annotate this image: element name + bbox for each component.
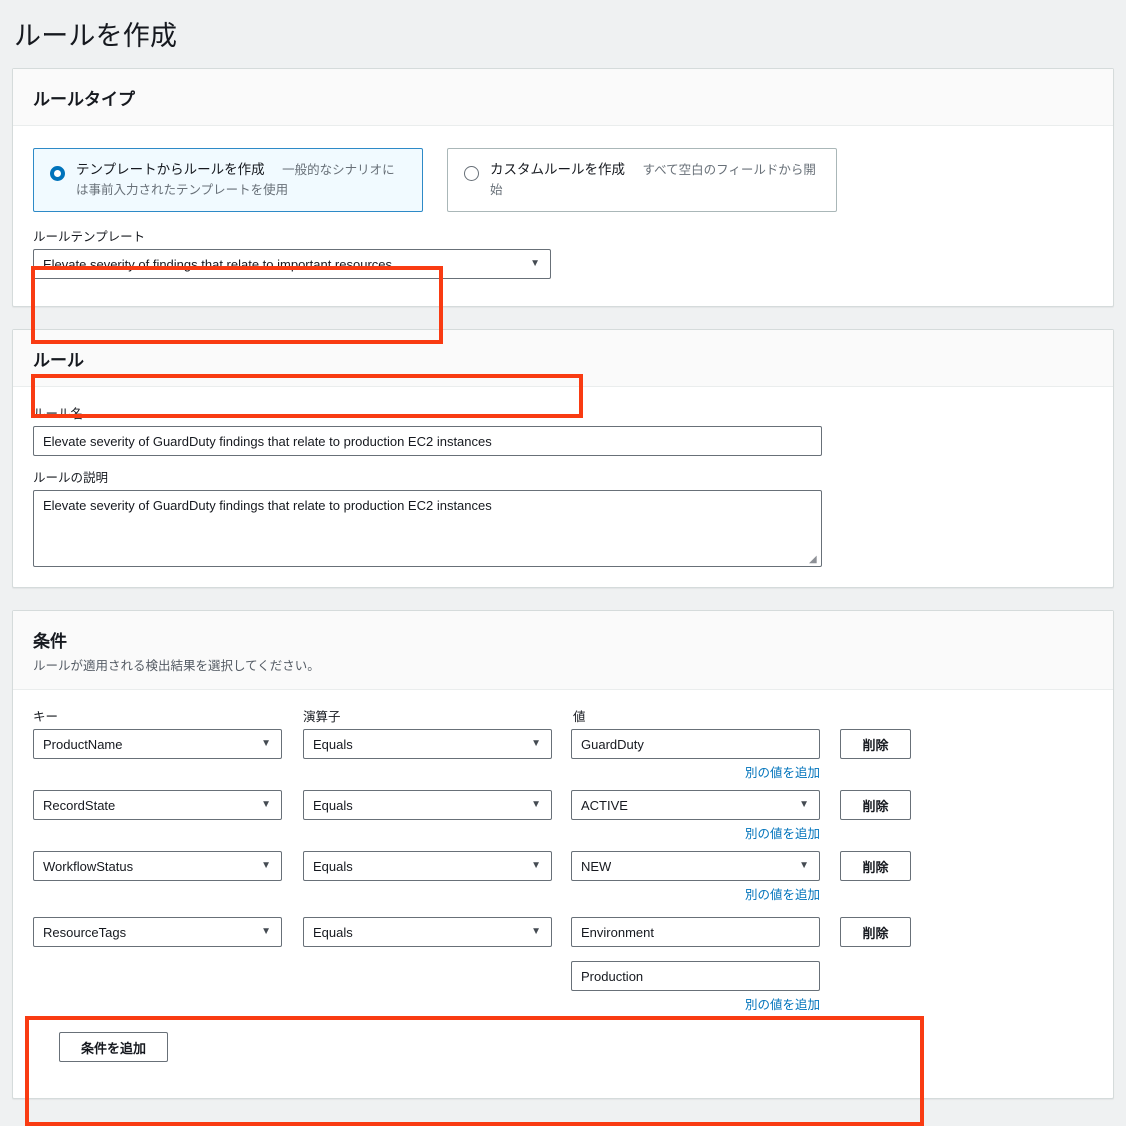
add-condition-button[interactable]: 条件を追加 <box>59 1032 168 1062</box>
radio-selected-icon[interactable] <box>50 165 65 181</box>
rule-type-heading: ルールタイプ <box>33 90 135 109</box>
delete-condition-button[interactable]: 削除 <box>840 917 911 947</box>
condition-key-value: WorkflowStatus <box>43 858 134 874</box>
rule-type-panel: ルールタイプ テンプレートからルールを作成 一般的なシナリオには事前入力されたテ… <box>12 68 1114 418</box>
condition-operator-value: Equals <box>313 797 353 813</box>
conditions-panel: 条件 ルールが適用される検出結果を選択してください。 キー 演算子 値 Prod… <box>12 610 1114 1126</box>
condition-value-text: ACTIVE <box>581 797 628 813</box>
rule-template-selected-value: Elevate severity of findings that relate… <box>43 256 393 272</box>
chevron-down-icon: ▼ <box>799 799 809 810</box>
condition-key-value: ResourceTags <box>43 924 127 940</box>
chevron-down-icon: ▼ <box>261 738 271 749</box>
condition-operator-value: Equals <box>313 736 353 752</box>
conditions-heading: 条件 <box>33 632 67 651</box>
condition-operator-value: Equals <box>313 924 353 940</box>
condition-values-group: Environment Production 別の値を追加 <box>571 917 820 1013</box>
delete-condition-button[interactable]: 削除 <box>840 851 911 881</box>
rule-template-select[interactable]: Elevate severity of findings that relate… <box>33 249 551 279</box>
rule-type-panel-body: テンプレートからルールを作成 一般的なシナリオには事前入力されたテンプレートを使… <box>13 126 1113 418</box>
chevron-down-icon: ▼ <box>261 926 271 937</box>
rule-description-label: ルールの説明 <box>33 471 109 485</box>
chevron-down-icon: ▼ <box>531 738 541 749</box>
condition-key-select[interactable]: RecordState ▼ <box>33 790 282 820</box>
rule-heading: ルール <box>33 351 84 370</box>
condition-values-group: ACTIVE ▼ 別の値を追加 <box>571 790 820 842</box>
condition-operator-select[interactable]: Equals ▼ <box>303 851 552 881</box>
rule-name-input[interactable]: Elevate severity of GuardDuty findings t… <box>33 426 822 456</box>
chevron-down-icon: ▼ <box>261 860 271 871</box>
radio-label-custom-rule: カスタムルールを作成 <box>490 162 625 177</box>
add-another-value-link[interactable]: 別の値を追加 <box>571 823 820 842</box>
condition-operator-select[interactable]: Equals ▼ <box>303 917 552 947</box>
condition-row: ResourceTags ▼ Equals ▼ Environment Prod… <box>33 917 1093 1013</box>
add-another-value-link[interactable]: 別の値を追加 <box>571 884 820 903</box>
column-header-value: 値 <box>573 710 586 724</box>
condition-key-value: ProductName <box>43 736 123 752</box>
conditions-grid: キー 演算子 値 ProductName ▼ Equals ▼ GuardDut… <box>13 690 1113 1126</box>
condition-key-value: RecordState <box>43 797 116 813</box>
chevron-down-icon: ▼ <box>531 860 541 871</box>
condition-key-select[interactable]: WorkflowStatus ▼ <box>33 851 282 881</box>
condition-value-text: Production <box>581 968 644 984</box>
condition-key-select[interactable]: ResourceTags ▼ <box>33 917 282 947</box>
delete-condition-button[interactable]: 削除 <box>840 729 911 759</box>
rule-template-label: ルールテンプレート <box>33 230 146 244</box>
condition-value-input-secondary[interactable]: Production <box>571 961 820 991</box>
rule-panel-header: ルール <box>13 330 1113 387</box>
radio-card-custom-rule[interactable]: カスタムルールを作成 すべて空白のフィールドから開始 <box>447 148 837 212</box>
radio-label-from-template: テンプレートからルールを作成 <box>76 162 265 177</box>
condition-row: WorkflowStatus ▼ Equals ▼ NEW ▼ 別の値を追加 削… <box>33 851 1093 903</box>
condition-value-select[interactable]: NEW ▼ <box>571 851 820 881</box>
rule-name-value: Elevate severity of GuardDuty findings t… <box>43 433 492 449</box>
condition-operator-select[interactable]: Equals ▼ <box>303 729 552 759</box>
condition-row: RecordState ▼ Equals ▼ ACTIVE ▼ 別の値を追加 削… <box>33 790 1093 842</box>
conditions-column-headers: キー 演算子 値 <box>33 706 1093 725</box>
chevron-down-icon: ▼ <box>799 860 809 871</box>
add-another-value-link[interactable]: 別の値を追加 <box>571 994 820 1013</box>
conditions-subtitle: ルールが適用される検出結果を選択してください。 <box>33 659 320 673</box>
column-header-key: キー <box>33 710 59 724</box>
chevron-down-icon: ▼ <box>261 799 271 810</box>
rule-description-value: Elevate severity of GuardDuty findings t… <box>43 498 492 513</box>
chevron-down-icon: ▼ <box>530 258 540 269</box>
condition-operator-select[interactable]: Equals ▼ <box>303 790 552 820</box>
condition-value-select[interactable]: ACTIVE ▼ <box>571 790 820 820</box>
conditions-panel-body: キー 演算子 値 ProductName ▼ Equals ▼ GuardDut… <box>13 690 1113 1126</box>
add-another-value-link[interactable]: 別の値を追加 <box>571 762 820 781</box>
condition-values-group: NEW ▼ 別の値を追加 <box>571 851 820 903</box>
chevron-down-icon: ▼ <box>531 926 541 937</box>
rule-description-textarea[interactable]: Elevate severity of GuardDuty findings t… <box>33 490 822 567</box>
condition-key-select[interactable]: ProductName ▼ <box>33 729 282 759</box>
condition-value-input[interactable]: Environment <box>571 917 820 947</box>
rule-type-panel-header: ルールタイプ <box>13 69 1113 126</box>
condition-values-group: GuardDuty 別の値を追加 <box>571 729 820 781</box>
rule-type-radio-group: テンプレートからルールを作成 一般的なシナリオには事前入力されたテンプレートを使… <box>33 148 837 212</box>
condition-value-text: GuardDuty <box>581 736 644 752</box>
page-title: ルールを作成 <box>14 21 178 51</box>
radio-card-from-template-texts: テンプレートからルールを作成 一般的なシナリオには事前入力されたテンプレートを使… <box>76 160 406 200</box>
radio-card-from-template[interactable]: テンプレートからルールを作成 一般的なシナリオには事前入力されたテンプレートを使… <box>33 148 423 212</box>
column-header-operator: 演算子 <box>303 710 341 724</box>
chevron-down-icon: ▼ <box>531 799 541 810</box>
condition-value-text: Environment <box>581 924 654 940</box>
rule-template-field-group: ルールテンプレート Elevate severity of findings t… <box>33 226 551 279</box>
condition-value-input[interactable]: GuardDuty <box>571 729 820 759</box>
rule-name-label: ルール名 <box>33 407 84 421</box>
conditions-panel-header: 条件 ルールが適用される検出結果を選択してください。 <box>13 611 1113 690</box>
radio-unselected-icon[interactable] <box>464 165 479 181</box>
radio-card-custom-rule-texts: カスタムルールを作成 すべて空白のフィールドから開始 <box>490 160 820 200</box>
condition-value-text: NEW <box>581 858 612 874</box>
rule-panel: ルール ルール名 Elevate severity of GuardDuty f… <box>12 329 1114 588</box>
condition-operator-value: Equals <box>313 858 353 874</box>
rule-panel-body: ルール名 Elevate severity of GuardDuty findi… <box>13 387 1113 585</box>
condition-row: ProductName ▼ Equals ▼ GuardDuty 別の値を追加 … <box>33 729 1093 781</box>
resize-grip-icon[interactable]: ◢ <box>809 555 819 565</box>
delete-condition-button[interactable]: 削除 <box>840 790 911 820</box>
